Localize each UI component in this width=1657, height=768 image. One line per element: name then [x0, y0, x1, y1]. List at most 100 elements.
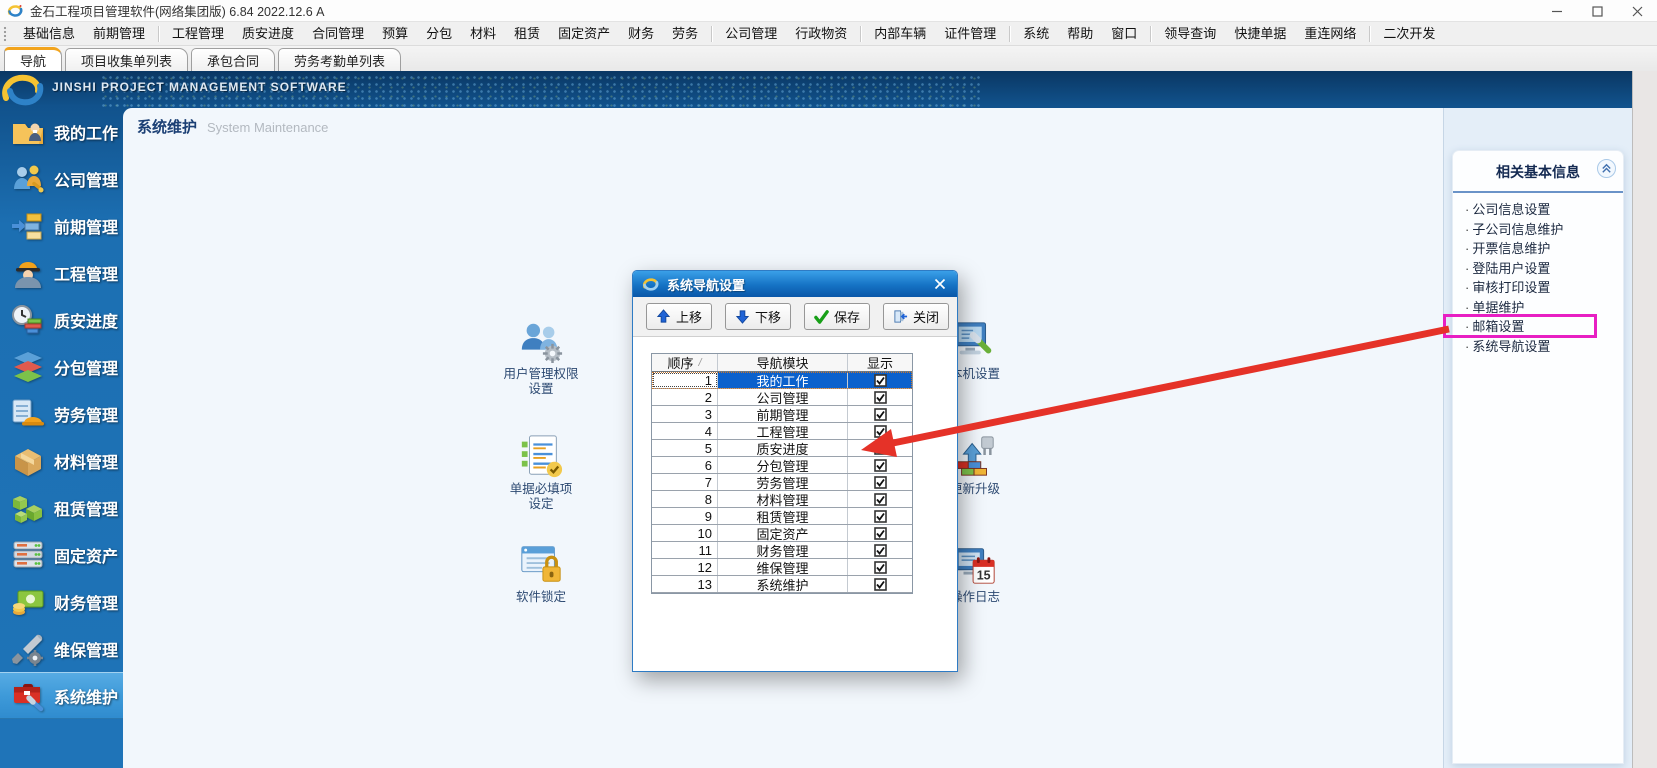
menu-item-劳务[interactable]: 劳务 [663, 22, 707, 45]
menu-item-前期管理[interactable]: 前期管理 [84, 22, 154, 45]
column-header-order[interactable]: 顺序/ [652, 354, 718, 371]
menu-item-财务[interactable]: 财务 [619, 22, 663, 45]
visible-checkbox[interactable] [848, 406, 912, 422]
menu-item-合同管理[interactable]: 合同管理 [303, 22, 373, 45]
close-icon[interactable] [1617, 0, 1657, 22]
menu-item-帮助[interactable]: 帮助 [1058, 22, 1102, 45]
sidebar-item-租赁管理[interactable]: 租赁管理 [0, 484, 123, 531]
sidebar-item-材料管理[interactable]: 材料管理 [0, 437, 123, 484]
table-row[interactable]: 7劳务管理 [652, 474, 912, 491]
panel-item-开票信息维护[interactable]: ·开票信息维护 [1465, 239, 1623, 259]
visible-checkbox[interactable] [848, 389, 912, 405]
menu-item-窗口[interactable]: 窗口 [1102, 22, 1146, 45]
visible-checkbox[interactable] [848, 491, 912, 507]
minimize-icon[interactable] [1537, 0, 1577, 22]
bullet: · [1465, 202, 1469, 217]
table-row[interactable]: 1我的工作 [652, 372, 912, 389]
table-row[interactable]: 12维保管理 [652, 559, 912, 576]
sidebar-item-系统维护[interactable]: 系统维护 [0, 672, 123, 719]
sidebar-item-分包管理[interactable]: 分包管理 [0, 343, 123, 390]
collapse-panel-icon[interactable] [1597, 159, 1616, 178]
panel-item-子公司信息维护[interactable]: ·子公司信息维护 [1465, 220, 1623, 240]
visible-checkbox[interactable] [848, 576, 912, 592]
panel-item-登陆用户设置[interactable]: ·登陆用户设置 [1465, 259, 1623, 279]
sidebar-item-质安进度[interactable]: 质安进度 [0, 296, 123, 343]
table-row[interactable]: 10固定资产 [652, 525, 912, 542]
table-row[interactable]: 5质安进度 [652, 440, 912, 457]
table-row[interactable]: 2公司管理 [652, 389, 912, 406]
tab-项目收集单列表[interactable]: 项目收集单列表 [65, 48, 188, 71]
sidebar-item-维保管理[interactable]: 维保管理 [0, 625, 123, 672]
menu-item-工程管理[interactable]: 工程管理 [163, 22, 233, 45]
menu-item-行政物资[interactable]: 行政物资 [786, 22, 856, 45]
svg-text:15: 15 [977, 568, 991, 582]
visible-checkbox[interactable] [848, 508, 912, 524]
dialog-title-bar[interactable]: 系统导航设置 [633, 271, 957, 297]
tab-导航[interactable]: 导航 [4, 47, 62, 71]
tab-劳务考勤单列表[interactable]: 劳务考勤单列表 [278, 48, 401, 71]
visible-checkbox[interactable] [848, 423, 912, 439]
maximize-icon[interactable] [1577, 0, 1617, 22]
panel-item-系统导航设置[interactable]: ·系统导航设置 [1465, 337, 1623, 357]
visible-checkbox[interactable] [848, 440, 912, 456]
table-row[interactable]: 9租赁管理 [652, 508, 912, 525]
menu-item-快捷单据[interactable]: 快捷单据 [1225, 22, 1295, 45]
panel-item-审核打印设置[interactable]: ·审核打印设置 [1465, 278, 1623, 298]
关闭-button[interactable]: 关闭 [883, 303, 949, 330]
menu-separator [1369, 26, 1370, 42]
visible-checkbox[interactable] [848, 525, 912, 541]
menu-item-固定资产[interactable]: 固定资产 [549, 22, 619, 45]
desktop-icon-单据必填项设定[interactable]: 单据必填项设定 [481, 433, 601, 512]
column-header-visible[interactable]: 显示 [848, 354, 912, 371]
menu-item-材料[interactable]: 材料 [461, 22, 505, 45]
menu-item-领导查询[interactable]: 领导查询 [1155, 22, 1225, 45]
operation-log-icon: 15 [952, 541, 998, 587]
panel-item-单据维护[interactable]: ·单据维护 [1465, 298, 1623, 318]
panel-item-邮箱设置[interactable]: ·邮箱设置 [1465, 317, 1623, 337]
table-row[interactable]: 4工程管理 [652, 423, 912, 440]
panel-item-公司信息设置[interactable]: ·公司信息设置 [1465, 200, 1623, 220]
menu-item-分包[interactable]: 分包 [417, 22, 461, 45]
dialog-close-icon[interactable] [931, 276, 949, 292]
visible-checkbox[interactable] [848, 542, 912, 558]
visible-checkbox[interactable] [848, 474, 912, 490]
tab-承包合同[interactable]: 承包合同 [191, 48, 275, 71]
menu-item-预算[interactable]: 预算 [373, 22, 417, 45]
maintenance-icon [11, 632, 45, 666]
desktop-icon-软件锁定[interactable]: 软件锁定 [481, 541, 601, 605]
desktop-icon-用户管理权限设置[interactable]: 用户管理权限设置 [481, 318, 601, 397]
sidebar-item-公司管理[interactable]: 公司管理 [0, 155, 123, 202]
menu-item-质安进度[interactable]: 质安进度 [233, 22, 303, 45]
visible-checkbox[interactable] [848, 372, 912, 388]
sidebar-item-工程管理[interactable]: 工程管理 [0, 249, 123, 296]
table-row[interactable]: 8材料管理 [652, 491, 912, 508]
dialog-logo-icon [642, 276, 659, 293]
visible-checkbox[interactable] [848, 457, 912, 473]
sidebar-item-财务管理[interactable]: 财务管理 [0, 578, 123, 625]
table-row[interactable]: 3前期管理 [652, 406, 912, 423]
menu-item-基础信息[interactable]: 基础信息 [14, 22, 84, 45]
visible-checkbox[interactable] [848, 559, 912, 575]
sidebar-item-前期管理[interactable]: 前期管理 [0, 202, 123, 249]
menu-item-租赁[interactable]: 租赁 [505, 22, 549, 45]
menu-item-重连网络[interactable]: 重连网络 [1295, 22, 1365, 45]
table-row[interactable]: 13系统维护 [652, 576, 912, 593]
column-header-module[interactable]: 导航模块 [718, 354, 848, 371]
保存-button[interactable]: 保存 [804, 303, 870, 330]
table-row[interactable]: 11财务管理 [652, 542, 912, 559]
menu-grip-handle[interactable] [3, 26, 8, 42]
navigation-sidebar: 我的工作公司管理前期管理工程管理质安进度分包管理劳务管理材料管理租赁管理固定资产… [0, 108, 123, 768]
table-row[interactable]: 6分包管理 [652, 457, 912, 474]
menu-item-二次开发[interactable]: 二次开发 [1374, 22, 1444, 45]
menu-item-证件管理[interactable]: 证件管理 [935, 22, 1005, 45]
sidebar-item-我的工作[interactable]: 我的工作 [0, 108, 123, 155]
right-edge-strip[interactable] [1632, 71, 1657, 768]
下移-button[interactable]: 下移 [725, 303, 791, 330]
sidebar-item-固定资产[interactable]: 固定资产 [0, 531, 123, 578]
menu-item-内部车辆[interactable]: 内部车辆 [865, 22, 935, 45]
menu-item-公司管理[interactable]: 公司管理 [716, 22, 786, 45]
sidebar-item-劳务管理[interactable]: 劳务管理 [0, 390, 123, 437]
上移-button[interactable]: 上移 [646, 303, 712, 330]
lease-icon [11, 491, 45, 525]
menu-item-系统[interactable]: 系统 [1014, 22, 1058, 45]
